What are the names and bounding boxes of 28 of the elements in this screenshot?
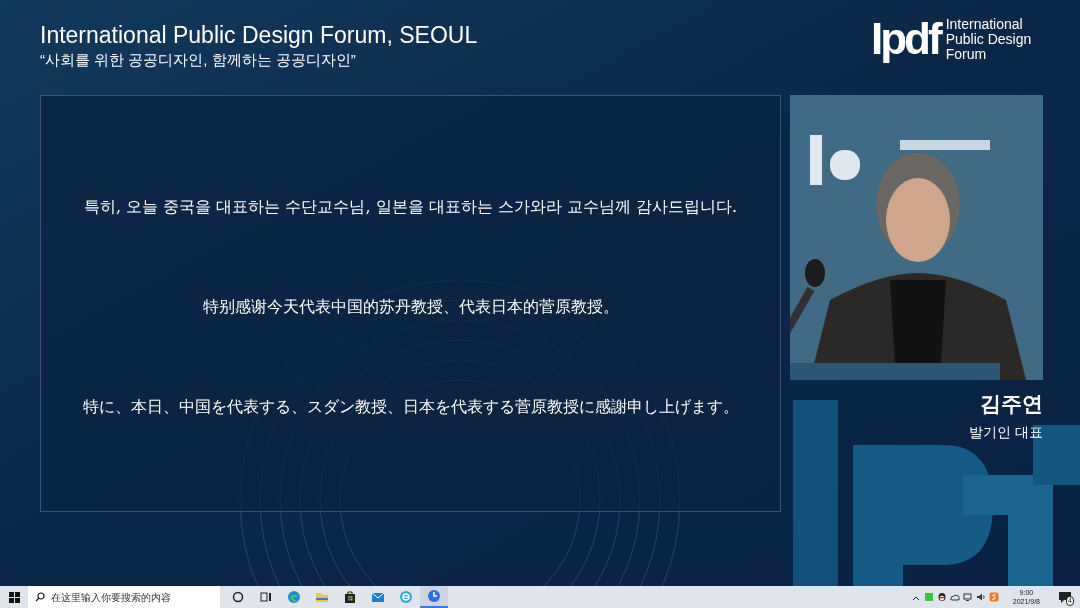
speaker-icon[interactable] [975,592,986,602]
shopping-bag-icon [343,590,357,604]
cloud-icon[interactable] [949,592,960,602]
logo-text: International [945,17,1024,32]
monitor-icon[interactable] [962,592,973,602]
speaker-role: 발기인 대표 [969,423,1043,442]
task-view-icon [259,590,273,604]
forum-slogan: “사회를 위한 공공디자인, 함께하는 공공디자인” [40,50,357,70]
envelope-icon [371,590,385,604]
browser-wave-icon [287,590,301,604]
penguin-icon[interactable] [936,592,947,602]
search-placeholder: 在这里输入你要搜索的内容 [51,590,171,605]
search-field[interactable]: 在这里输入你要搜索的内容 [28,586,220,608]
letter-e-icon [399,590,413,604]
folder-icon [315,590,329,604]
app-tile-icon[interactable] [923,592,934,602]
caption-line: 特に、本日、中国を代表する、スダン教授、日本を代表する菅原教授に感謝申し上げます。 [82,396,739,418]
logo-text: Public Design [945,32,1032,47]
circle-icon [231,590,245,604]
caption-line: 特别感谢今天代表中国的苏丹教授、代表日本的菅原教授。 [202,296,619,318]
caption-line: 특히, 오늘 중국을 대표하는 수단교수님, 일본을 대표하는 스가와라 교수님께 감사드립니다. [84,196,737,218]
speaker-name: 김주연 [980,391,1043,417]
windows-logo-icon [8,591,20,603]
logo-mark: Ipdf [871,13,940,65]
search-icon [35,592,45,602]
logo-text: Forum [945,47,988,62]
clock-face-icon [427,589,441,603]
forum-title: International Public Design Forum, SEOUL [40,21,478,49]
